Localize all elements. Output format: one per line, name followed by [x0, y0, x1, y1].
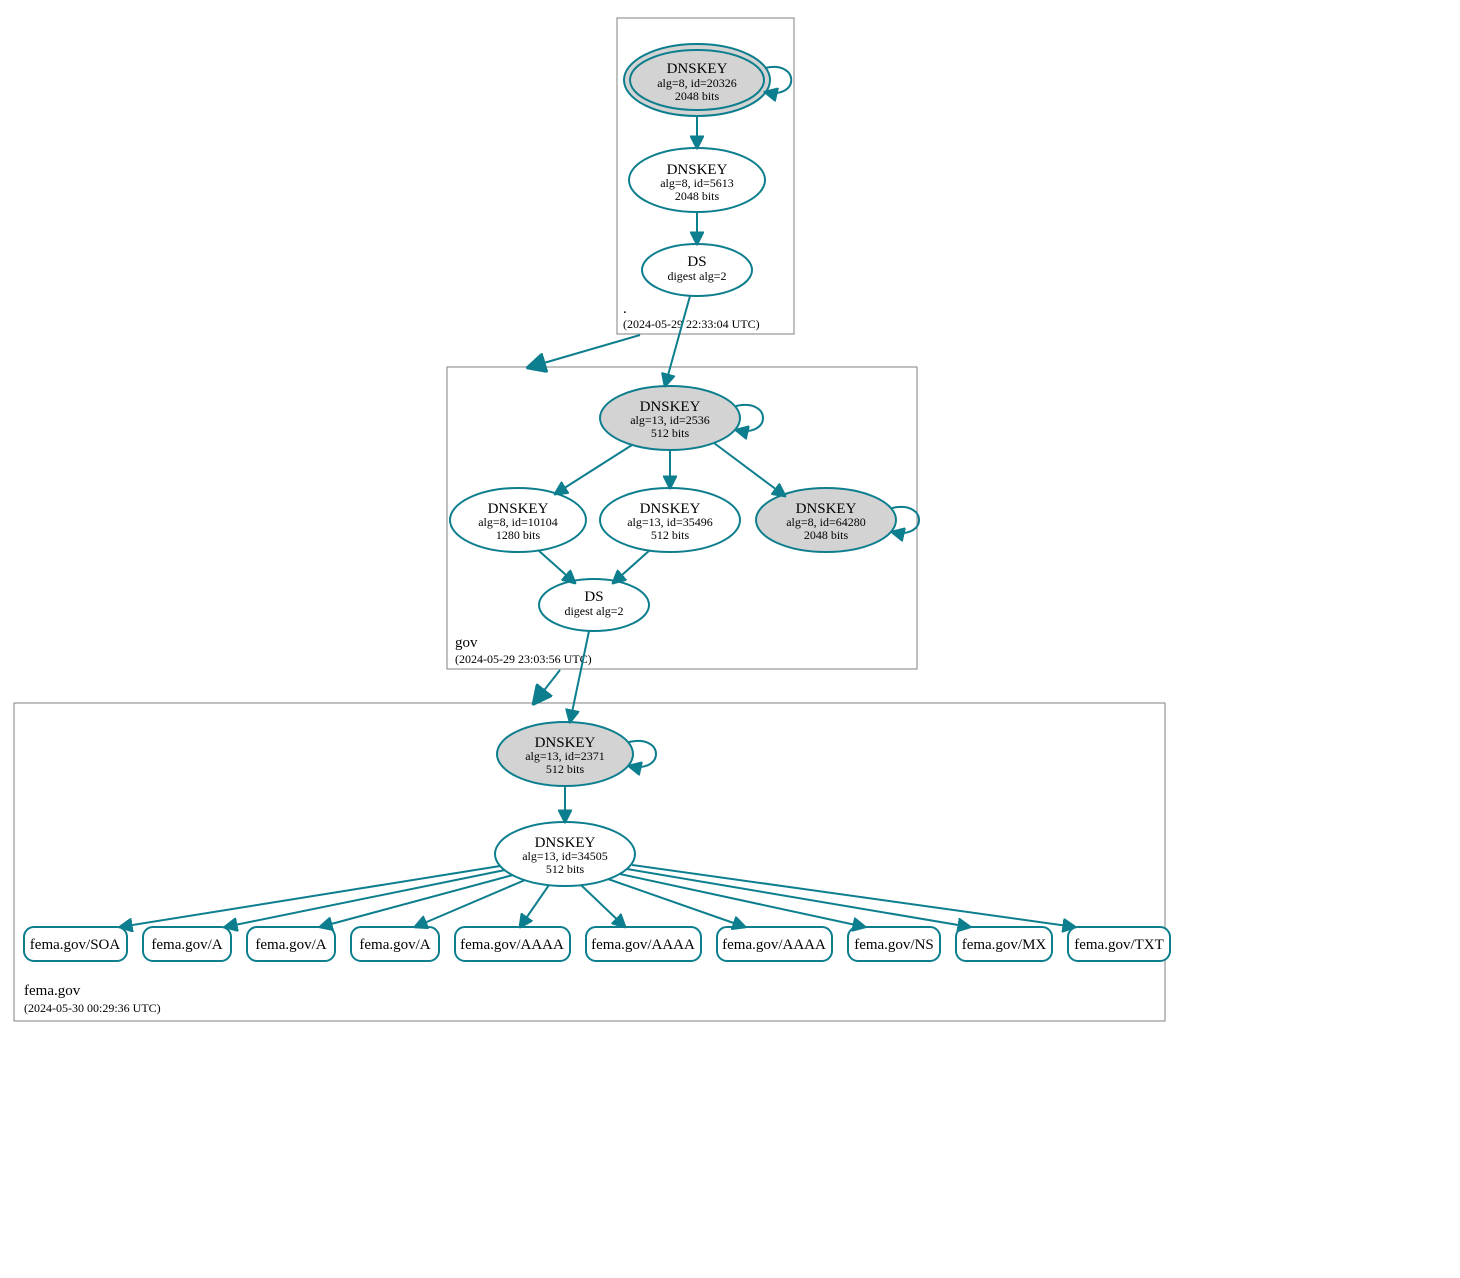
- node-root-ksk: DNSKEY alg=8, id=20326 2048 bits: [624, 44, 770, 116]
- node-fema-zsk: DNSKEY alg=13, id=34505 512 bits: [495, 822, 635, 886]
- edge-gov-ksk-zsk1: [555, 445, 632, 494]
- edge-govds-femaksk: [570, 631, 589, 722]
- svg-text:DNSKEY: DNSKEY: [667, 61, 728, 77]
- zone-root-ts: (2024-05-29 22:33:04 UTC): [623, 317, 760, 331]
- edge-gov-to-fema: [535, 670, 560, 702]
- svg-text:DS: DS: [584, 589, 603, 605]
- svg-text:fema.gov/SOA: fema.gov/SOA: [30, 937, 121, 953]
- svg-text:512 bits: 512 bits: [651, 528, 690, 542]
- svg-text:fema.gov/NS: fema.gov/NS: [854, 937, 934, 953]
- rrset-fema-aaaa-2: fema.gov/AAAA: [586, 927, 701, 961]
- node-gov-zsk1: DNSKEY alg=8, id=10104 1280 bits: [450, 488, 586, 552]
- svg-text:fema.gov/AAAA: fema.gov/AAAA: [591, 937, 695, 953]
- zone-root-label: .: [623, 301, 627, 317]
- node-root-ds: DS digest alg=2: [642, 244, 752, 296]
- node-fema-ksk: DNSKEY alg=13, id=2371 512 bits: [497, 722, 633, 786]
- node-gov-zsk2: DNSKEY alg=13, id=35496 512 bits: [600, 488, 740, 552]
- rrset-fema-txt: fema.gov/TXT: [1068, 927, 1170, 961]
- edge-gov-zsk2-ds: [613, 550, 650, 583]
- zone-root: . (2024-05-29 22:33:04 UTC) DNSKEY alg=8…: [617, 18, 794, 334]
- zone-fema-label: fema.gov: [24, 983, 81, 999]
- svg-text:2048 bits: 2048 bits: [675, 189, 720, 203]
- svg-text:512 bits: 512 bits: [546, 862, 585, 876]
- svg-text:fema.gov/MX: fema.gov/MX: [962, 937, 1047, 953]
- svg-text:512 bits: 512 bits: [651, 426, 690, 440]
- zone-fema: fema.gov (2024-05-30 00:29:36 UTC) DNSKE…: [14, 631, 1170, 1021]
- svg-text:fema.gov/A: fema.gov/A: [151, 937, 222, 953]
- svg-text:alg=8, id=5613: alg=8, id=5613: [660, 176, 734, 190]
- edge-gov-zsk1-ds: [538, 550, 575, 583]
- svg-text:alg=8, id=10104: alg=8, id=10104: [478, 515, 558, 529]
- svg-text:alg=8, id=20326: alg=8, id=20326: [657, 76, 737, 90]
- rrset-fema-aaaa-1: fema.gov/AAAA: [455, 927, 570, 961]
- rrset-fema-aaaa-3: fema.gov/AAAA: [717, 927, 832, 961]
- node-gov-ds: DS digest alg=2: [539, 579, 649, 631]
- rrset-fema-a-1: fema.gov/A: [143, 927, 231, 961]
- zone-gov: gov (2024-05-29 23:03:56 UTC) DNSKEY alg…: [447, 296, 919, 669]
- svg-text:alg=13, id=34505: alg=13, id=34505: [522, 849, 608, 863]
- node-gov-zsk3: DNSKEY alg=8, id=64280 2048 bits: [756, 488, 896, 552]
- svg-text:alg=13, id=35496: alg=13, id=35496: [627, 515, 713, 529]
- edge-root-to-gov: [530, 335, 640, 367]
- zone-gov-ts: (2024-05-29 23:03:56 UTC): [455, 652, 592, 666]
- svg-text:digest alg=2: digest alg=2: [667, 269, 726, 283]
- svg-text:1280 bits: 1280 bits: [496, 528, 541, 542]
- edge-gov-ksk-zsk3: [714, 443, 785, 496]
- rrset-fema-soa: fema.gov/SOA: [24, 927, 127, 961]
- svg-text:alg=13, id=2371: alg=13, id=2371: [525, 749, 605, 763]
- node-gov-ksk: DNSKEY alg=13, id=2536 512 bits: [600, 386, 740, 450]
- svg-text:fema.gov/A: fema.gov/A: [255, 937, 326, 953]
- svg-text:512 bits: 512 bits: [546, 762, 585, 776]
- svg-text:fema.gov/AAAA: fema.gov/AAAA: [722, 937, 826, 953]
- zone-fema-ts: (2024-05-30 00:29:36 UTC): [24, 1001, 161, 1015]
- rrset-fema-ns: fema.gov/NS: [848, 927, 940, 961]
- rrset-fema-mx: fema.gov/MX: [956, 927, 1052, 961]
- rrset-fema-a-2: fema.gov/A: [247, 927, 335, 961]
- svg-text:2048 bits: 2048 bits: [804, 528, 849, 542]
- svg-text:digest alg=2: digest alg=2: [564, 604, 623, 618]
- svg-text:fema.gov/TXT: fema.gov/TXT: [1074, 937, 1164, 953]
- svg-text:fema.gov/AAAA: fema.gov/AAAA: [460, 937, 564, 953]
- rrset-fema-a-3: fema.gov/A: [351, 927, 439, 961]
- svg-text:alg=8, id=64280: alg=8, id=64280: [786, 515, 866, 529]
- node-root-zsk: DNSKEY alg=8, id=5613 2048 bits: [629, 148, 765, 212]
- svg-text:2048 bits: 2048 bits: [675, 89, 720, 103]
- svg-text:alg=13, id=2536: alg=13, id=2536: [630, 413, 710, 427]
- svg-text:DS: DS: [687, 254, 706, 270]
- zone-gov-label: gov: [455, 635, 478, 651]
- svg-text:fema.gov/A: fema.gov/A: [359, 937, 430, 953]
- edge-rootds-govksk: [665, 296, 690, 386]
